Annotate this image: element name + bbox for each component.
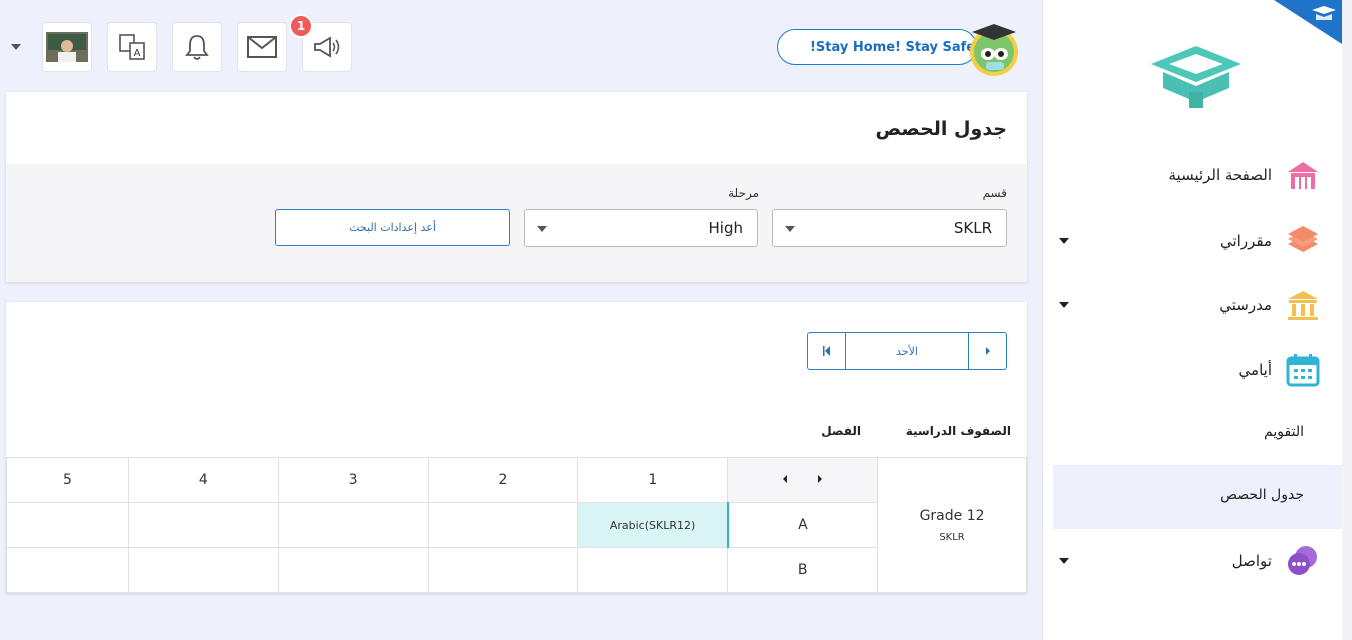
stage-value: High bbox=[708, 219, 743, 237]
translate-icon: A bbox=[119, 34, 145, 60]
period-cell[interactable] bbox=[6, 547, 129, 593]
period-cell[interactable] bbox=[427, 502, 579, 548]
day-navigator: الأحد bbox=[807, 332, 1007, 370]
schedule-card: الأحد الصفوف الدراسية الفصل 5 4 3 2 1 Gr… bbox=[6, 302, 1027, 593]
first-day-button[interactable] bbox=[808, 333, 846, 369]
corner-logo-icon bbox=[1274, 0, 1342, 44]
sidebar-item-label: الصفحة الرئيسية bbox=[1168, 166, 1273, 184]
sidebar-item-label: مدرستي bbox=[1219, 296, 1272, 314]
period-header: 4 bbox=[127, 457, 279, 503]
period-cell[interactable] bbox=[127, 502, 279, 548]
sidebar: الصفحة الرئيسية مقرراتي مدرستي أيامي الت… bbox=[1042, 0, 1342, 640]
class-column-header: الفصل bbox=[821, 424, 861, 438]
notification-badge: 1 bbox=[289, 14, 313, 38]
period-header: 3 bbox=[277, 457, 429, 503]
table-row: B bbox=[6, 547, 1027, 593]
filters-panel: قسم SKLR مرحلة High bbox=[6, 164, 1027, 282]
grade-cell: Grade 12 SKLR bbox=[877, 457, 1027, 593]
current-day-label[interactable]: الأحد bbox=[846, 333, 969, 369]
profile-dropdown-caret[interactable] bbox=[11, 44, 21, 50]
chevron-down-icon bbox=[537, 226, 547, 232]
user-avatar-icon bbox=[46, 32, 88, 62]
period-cell[interactable] bbox=[277, 502, 429, 548]
caret-right-icon[interactable] bbox=[816, 472, 824, 488]
sidebar-item-calendar[interactable]: التقويم bbox=[1264, 424, 1304, 440]
books-icon bbox=[1288, 226, 1318, 252]
stay-safe-banner[interactable]: !Stay Home! Stay Safe bbox=[777, 29, 977, 65]
period-header: 1 bbox=[577, 457, 729, 503]
home-icon bbox=[1288, 162, 1318, 189]
period-cell[interactable] bbox=[127, 547, 279, 593]
grades-column-header: الصفوف الدراسية bbox=[905, 424, 1011, 438]
first-page-icon bbox=[822, 346, 830, 356]
page-title: جدول الحصص bbox=[875, 118, 1007, 140]
sidebar-item-timetable[interactable]: جدول الحصص bbox=[1220, 487, 1304, 503]
period-cell[interactable]: Arabic(SKLR12) bbox=[577, 502, 729, 548]
section-select[interactable]: SKLR bbox=[772, 209, 1007, 247]
mail-icon bbox=[247, 36, 277, 58]
mascot-icon bbox=[970, 24, 1018, 76]
schedule-table: 5 4 3 2 1 Grade 12 SKLR Arabic(SKLR12) A… bbox=[6, 457, 1027, 593]
section-cell: B bbox=[727, 547, 879, 593]
sidebar-item-communication[interactable]: تواصل bbox=[1232, 541, 1320, 581]
caret-right-icon bbox=[985, 347, 990, 355]
chevron-down-icon[interactable] bbox=[1059, 302, 1069, 308]
period-cell[interactable] bbox=[6, 502, 129, 548]
stage-select[interactable]: High bbox=[524, 209, 758, 247]
grade-sub: SKLR bbox=[939, 531, 965, 543]
table-row: 5 4 3 2 1 Grade 12 SKLR bbox=[6, 457, 1027, 593]
school-logo-icon bbox=[1151, 46, 1241, 108]
sidebar-item-my-courses[interactable]: مقرراتي bbox=[1220, 221, 1320, 261]
sidebar-item-home[interactable]: الصفحة الرئيسية bbox=[1169, 155, 1321, 195]
user-avatar-button[interactable] bbox=[42, 22, 92, 72]
period-cell[interactable] bbox=[427, 547, 579, 593]
section-label: قسم bbox=[982, 186, 1007, 200]
sidebar-item-label: تواصل bbox=[1231, 552, 1272, 570]
chat-icon bbox=[1288, 546, 1317, 575]
grade-name: Grade 12 bbox=[919, 507, 985, 524]
sidebar-item-my-school[interactable]: مدرستي bbox=[1219, 285, 1320, 325]
translate-button[interactable]: A bbox=[107, 22, 157, 72]
sidebar-item-my-days[interactable]: أيامي bbox=[1239, 350, 1320, 390]
next-day-button[interactable] bbox=[969, 333, 1006, 369]
chevron-down-icon[interactable] bbox=[1059, 238, 1069, 244]
period-cell[interactable] bbox=[577, 547, 729, 593]
scrollbar-track[interactable] bbox=[1342, 0, 1352, 640]
period-header: 2 bbox=[427, 457, 579, 503]
period-scroll-controls bbox=[727, 457, 879, 503]
megaphone-icon bbox=[314, 36, 340, 58]
table-row: Arabic(SKLR12) A bbox=[6, 502, 1027, 548]
stage-label: مرحلة bbox=[728, 186, 759, 200]
reset-search-button[interactable]: أعد إعدادات البحث bbox=[275, 209, 510, 246]
caret-left-icon[interactable] bbox=[781, 472, 789, 488]
period-header: 5 bbox=[6, 457, 129, 503]
period-cell[interactable] bbox=[277, 547, 429, 593]
notifications-button[interactable] bbox=[172, 22, 222, 72]
sidebar-item-label: مقرراتي bbox=[1220, 232, 1272, 250]
section-cell: A bbox=[727, 502, 879, 548]
messages-button[interactable] bbox=[237, 22, 287, 72]
chevron-down-icon bbox=[785, 226, 795, 232]
section-value: SKLR bbox=[953, 219, 992, 237]
sidebar-item-label: أيامي bbox=[1238, 361, 1272, 379]
bell-icon bbox=[185, 35, 209, 60]
chevron-down-icon[interactable] bbox=[1059, 558, 1069, 564]
timetable-filter-card: جدول الحصص قسم SKLR مرحلة High أعد إعداد… bbox=[6, 92, 1027, 282]
svg-text:A: A bbox=[134, 48, 141, 59]
school-icon bbox=[1288, 291, 1318, 320]
calendar-icon bbox=[1286, 354, 1320, 387]
